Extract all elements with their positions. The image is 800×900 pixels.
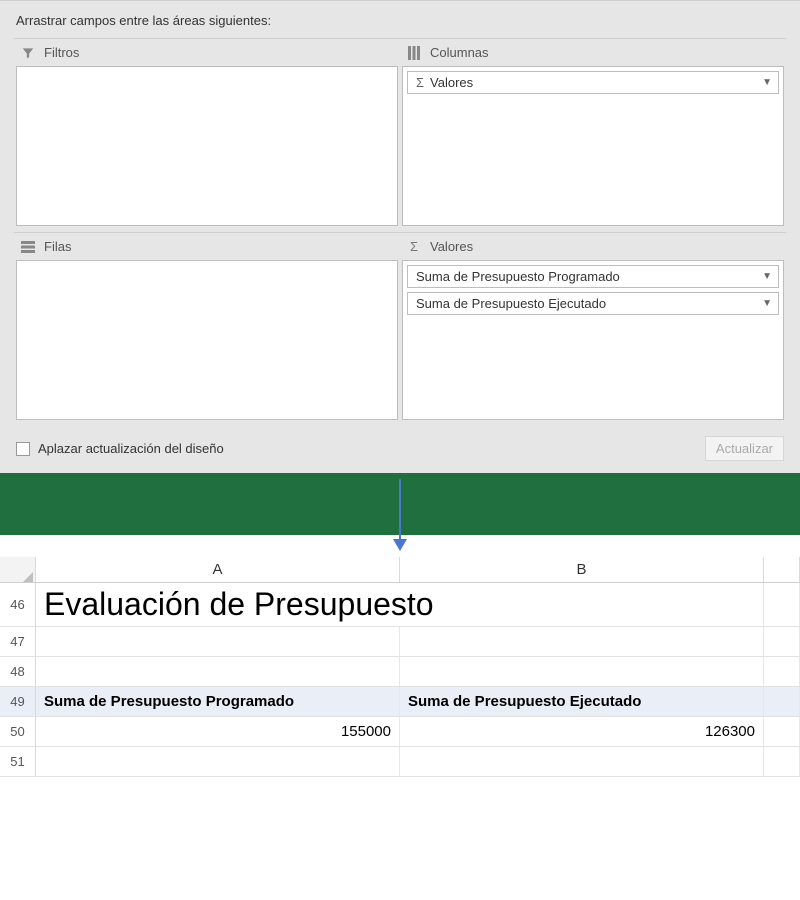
chevron-down-icon: ▼ (762, 298, 772, 309)
sigma-icon: Σ (416, 75, 424, 90)
row-header[interactable]: 47 (0, 627, 36, 656)
pane-hint: Arrastrar campos entre las áreas siguien… (16, 13, 786, 28)
field-pill-label: Valores (430, 75, 473, 90)
row-50: 50 155000 126300 (0, 717, 800, 747)
pane-footer: Aplazar actualización del diseño Actuali… (14, 426, 786, 463)
area-rows-label: Filas (44, 239, 71, 254)
areas-grid: Filtros Columnas Σ Valores ▼ (14, 38, 786, 426)
cell[interactable] (36, 657, 400, 686)
cell[interactable] (764, 717, 800, 746)
cell-header-b[interactable]: Suma de Presupuesto Ejecutado (400, 687, 764, 716)
area-columns-label: Columnas (430, 45, 489, 60)
funnel-icon (20, 46, 36, 60)
pivot-field-pane: Arrastrar campos entre las áreas siguien… (0, 0, 800, 473)
cell[interactable] (400, 747, 764, 776)
cell-title[interactable]: Evaluación de Presupuesto (36, 583, 764, 626)
row-47: 47 (0, 627, 800, 657)
col-header-b[interactable]: B (400, 557, 764, 582)
rows-icon (20, 241, 36, 253)
cell[interactable] (764, 583, 800, 626)
col-header-a[interactable]: A (36, 557, 400, 582)
cell-value-b[interactable]: 126300 (400, 717, 764, 746)
row-header[interactable]: 46 (0, 583, 36, 626)
defer-label: Aplazar actualización del diseño (38, 441, 224, 456)
rows-dropzone[interactable] (16, 260, 398, 420)
divider-bar (0, 473, 800, 535)
sigma-icon: Σ (406, 239, 422, 254)
area-values-header: Σ Valores (400, 232, 786, 260)
row-48: 48 (0, 657, 800, 687)
defer-update-checkbox[interactable]: Aplazar actualización del diseño (16, 441, 224, 456)
cell[interactable] (764, 657, 800, 686)
cell-header-a[interactable]: Suma de Presupuesto Programado (36, 687, 400, 716)
area-filters-header: Filtros (14, 38, 400, 66)
cell[interactable] (764, 687, 800, 716)
row-51: 51 (0, 747, 800, 777)
area-columns: Columnas Σ Valores ▼ (400, 38, 786, 232)
row-header[interactable]: 49 (0, 687, 36, 716)
row-46: 46 Evaluación de Presupuesto (0, 583, 800, 627)
values-dropzone[interactable]: Suma de Presupuesto Programado ▼ Suma de… (402, 260, 784, 420)
area-filters: Filtros (14, 38, 400, 232)
column-headers: A B (0, 557, 800, 583)
area-filters-label: Filtros (44, 45, 79, 60)
field-pill-ejecutado[interactable]: Suma de Presupuesto Ejecutado ▼ (407, 292, 779, 315)
row-header[interactable]: 50 (0, 717, 36, 746)
area-values-label: Valores (430, 239, 473, 254)
area-rows-header: Filas (14, 232, 400, 260)
filters-dropzone[interactable] (16, 66, 398, 226)
sheet-title: Evaluación de Presupuesto (44, 586, 434, 623)
area-values: Σ Valores Suma de Presupuesto Programado… (400, 232, 786, 426)
row-header[interactable]: 48 (0, 657, 36, 686)
field-pill-label: Suma de Presupuesto Programado (416, 269, 620, 284)
field-pill-label: Suma de Presupuesto Ejecutado (416, 296, 606, 311)
row-header[interactable]: 51 (0, 747, 36, 776)
spreadsheet: A B 46 Evaluación de Presupuesto 47 48 4… (0, 535, 800, 777)
cell[interactable] (36, 747, 400, 776)
field-pill-programado[interactable]: Suma de Presupuesto Programado ▼ (407, 265, 779, 288)
cell[interactable] (36, 627, 400, 656)
chevron-down-icon: ▼ (762, 77, 772, 88)
row-49: 49 Suma de Presupuesto Programado Suma d… (0, 687, 800, 717)
update-button[interactable]: Actualizar (705, 436, 784, 461)
cell[interactable] (400, 657, 764, 686)
cell[interactable] (764, 747, 800, 776)
col-header-next[interactable] (764, 557, 800, 582)
area-rows: Filas (14, 232, 400, 426)
field-pill-values[interactable]: Σ Valores ▼ (407, 71, 779, 94)
cell-value-a[interactable]: 155000 (36, 717, 400, 746)
columns-dropzone[interactable]: Σ Valores ▼ (402, 66, 784, 226)
cell[interactable] (400, 627, 764, 656)
columns-icon (406, 46, 422, 60)
checkbox-icon (16, 442, 30, 456)
chevron-down-icon: ▼ (762, 271, 772, 282)
select-all-corner[interactable] (0, 557, 36, 582)
area-columns-header: Columnas (400, 38, 786, 66)
cell[interactable] (764, 627, 800, 656)
